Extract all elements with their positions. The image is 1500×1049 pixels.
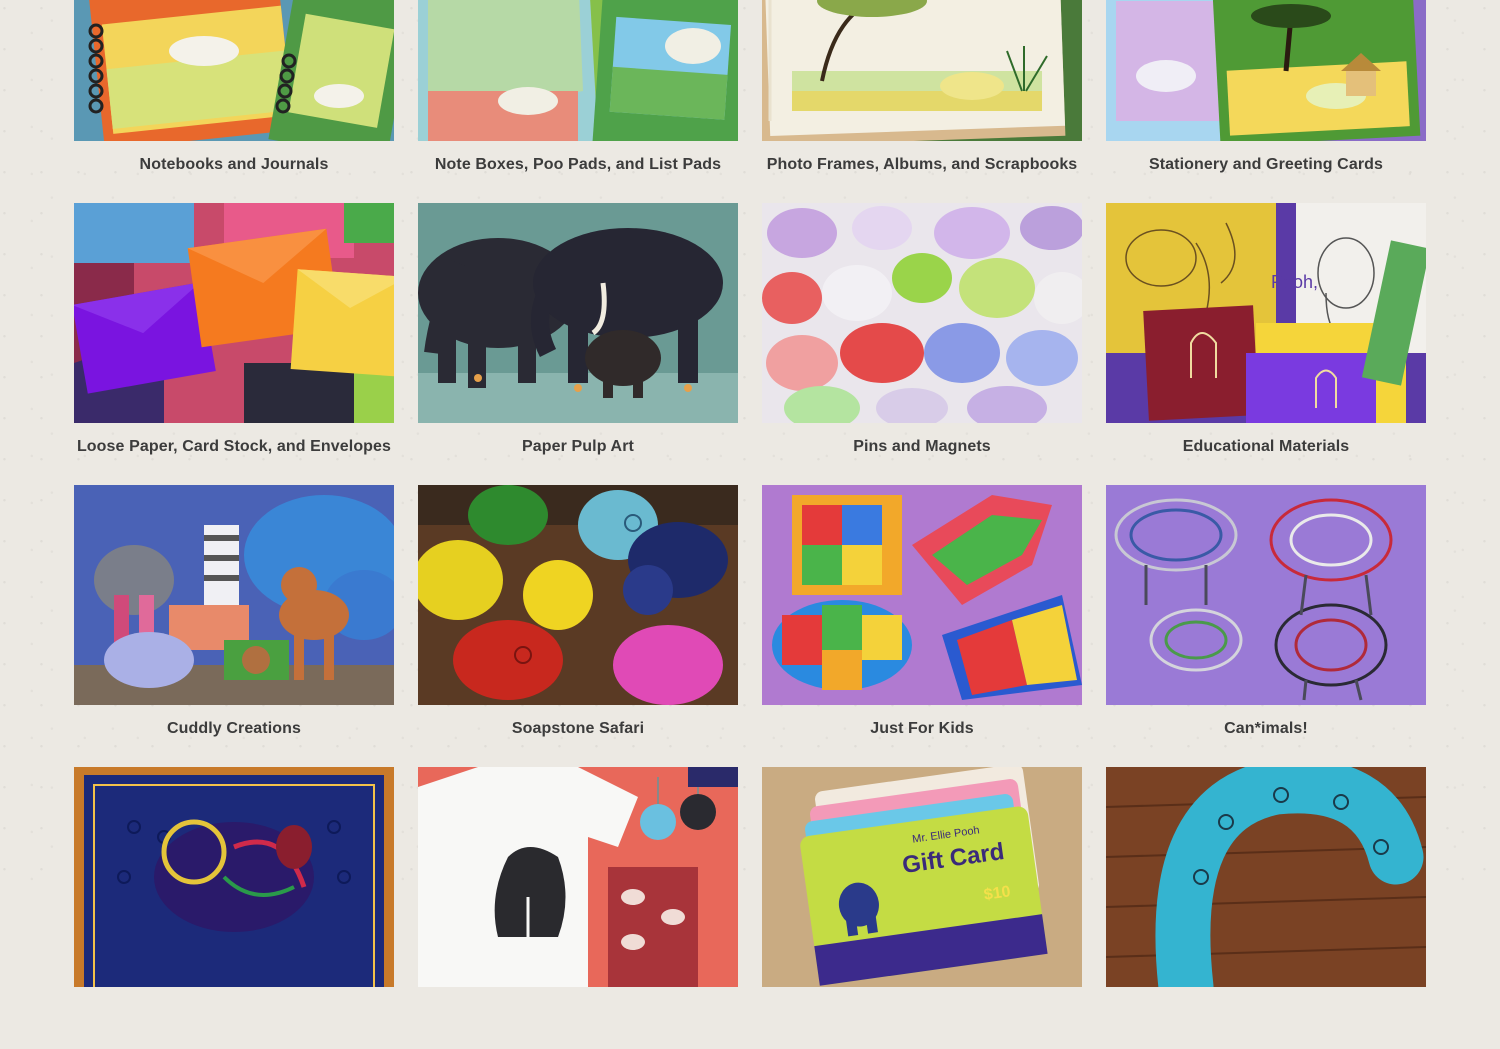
category-note-boxes[interactable]: Note Boxes, Poo Pads, and List Pads	[418, 0, 738, 203]
category-notebooks-and-journals[interactable]: Notebooks and Journals	[74, 0, 394, 203]
category-educational[interactable]: Pooh, Educational Materials	[1106, 203, 1426, 485]
category-tile-horseshoe[interactable]	[1106, 767, 1426, 1049]
horseshoe-image	[1106, 767, 1426, 987]
category-label: Cuddly Creations	[166, 720, 302, 737]
category-paper-pulp-art[interactable]: Paper Pulp Art	[418, 203, 738, 485]
stationery-image	[1106, 0, 1426, 141]
category-tile-gift-card[interactable]: Mr. Ellie Pooh Gift Card $10	[762, 767, 1082, 1049]
loose-paper-image	[74, 203, 394, 423]
gift-card-image: Mr. Ellie Pooh Gift Card $10	[762, 767, 1082, 987]
category-label: Pins and Magnets	[853, 438, 991, 455]
category-label: Paper Pulp Art	[522, 438, 634, 455]
category-loose-paper[interactable]: Loose Paper, Card Stock, and Envelopes	[74, 203, 394, 485]
category-just-for-kids[interactable]: Just For Kids	[762, 485, 1082, 767]
soapstone-safari-image	[418, 485, 738, 705]
category-stationery[interactable]: Stationery and Greeting Cards	[1106, 0, 1426, 203]
category-tile-rug[interactable]	[74, 767, 394, 1049]
category-label: Just For Kids	[870, 720, 974, 737]
cuddly-creations-image	[74, 485, 394, 705]
canimals-image	[1106, 485, 1426, 705]
category-cuddly-creations[interactable]: Cuddly Creations	[74, 485, 394, 767]
category-label: Notebooks and Journals	[139, 156, 329, 173]
category-label: Stationery and Greeting Cards	[1148, 156, 1384, 173]
category-label: Educational Materials	[1182, 438, 1350, 455]
rug-image	[74, 767, 394, 987]
gift-card-amount: $10	[982, 883, 1012, 904]
tshirt-image	[418, 767, 738, 987]
category-label: Soapstone Safari	[511, 720, 645, 737]
notebooks-image	[74, 0, 394, 141]
category-label: Can*imals!	[1224, 720, 1308, 737]
category-pins-magnets[interactable]: Pins and Magnets	[762, 203, 1082, 485]
category-tile-tshirt[interactable]	[418, 767, 738, 1049]
category-grid: Notebooks and Journals Note Boxes, Poo P…	[74, 0, 1426, 1049]
category-label: Note Boxes, Poo Pads, and List Pads	[434, 156, 722, 173]
svg-text:Pooh,: Pooh,	[1271, 272, 1318, 292]
category-label: Loose Paper, Card Stock, and Envelopes	[76, 438, 392, 455]
educational-image: Pooh,	[1106, 203, 1426, 423]
paper-pulp-art-image	[418, 203, 738, 423]
category-photo-frames[interactable]: Photo Frames, Albums, and Scrapbooks	[762, 0, 1082, 203]
pins-magnets-image	[762, 203, 1082, 423]
note-boxes-image	[418, 0, 738, 141]
category-canimals[interactable]: Can*imals!	[1106, 485, 1426, 767]
just-for-kids-image	[762, 485, 1082, 705]
category-soapstone-safari[interactable]: Soapstone Safari	[418, 485, 738, 767]
photo-frames-image	[762, 0, 1082, 141]
category-label: Photo Frames, Albums, and Scrapbooks	[766, 156, 1078, 173]
